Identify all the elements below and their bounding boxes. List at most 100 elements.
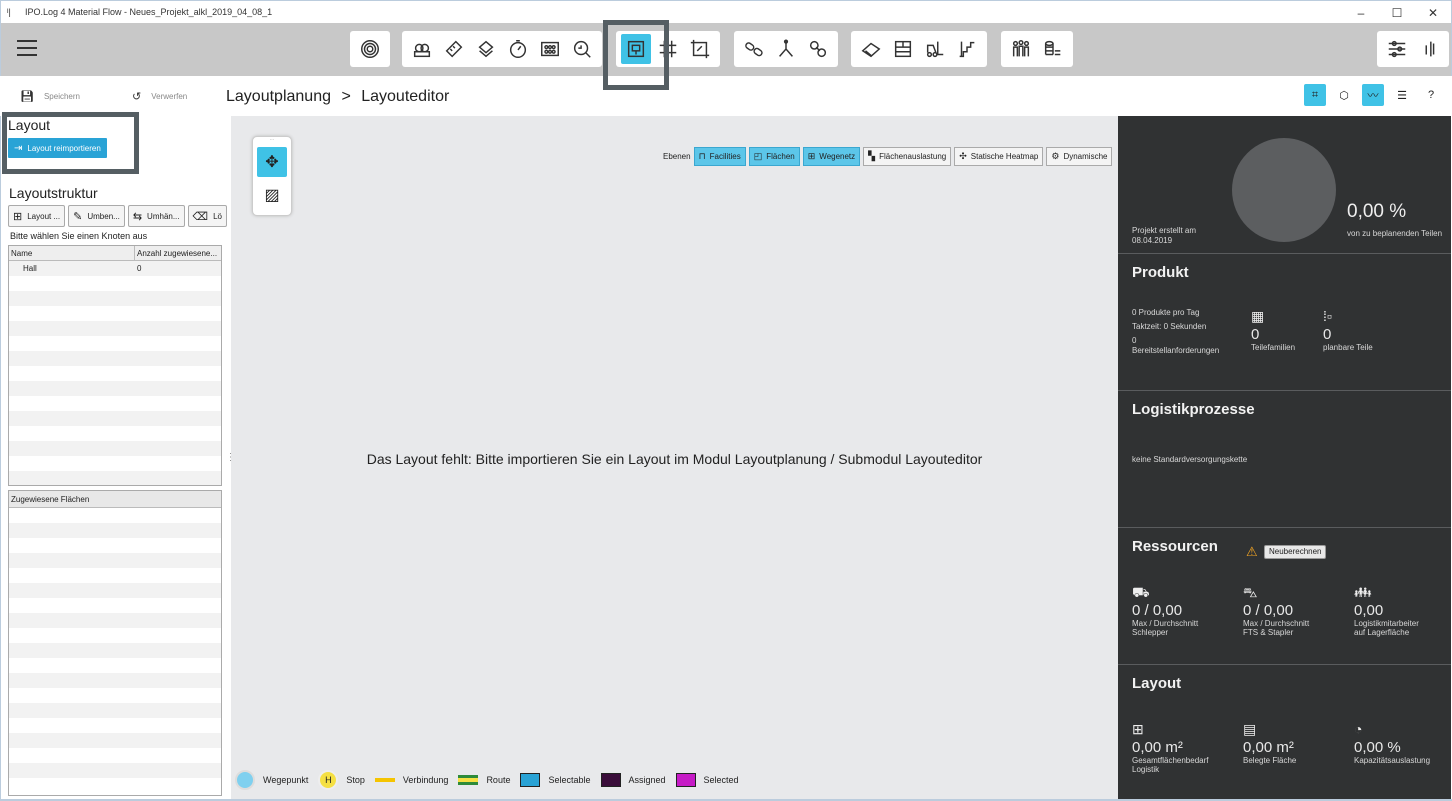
- layer-static-heatmap-toggle[interactable]: ✣ Statische Heatmap: [954, 147, 1044, 166]
- shelf-icon[interactable]: [888, 34, 918, 64]
- select-node-hint: Bitte wählen Sie einen Knoten aus: [10, 231, 148, 241]
- fts-label-1: Max / Durchschnitt: [1243, 619, 1310, 628]
- layer-paths-toggle[interactable]: ⊞ Wegenetz: [802, 147, 861, 166]
- missing-layout-message: Das Layout fehlt: Bitte importieren Sie …: [366, 451, 983, 467]
- breadcrumb-module[interactable]: Layoutplanung: [226, 88, 331, 105]
- tugger-label-2: Schlepper: [1132, 628, 1169, 637]
- workers-label-2: auf Lagerfläche: [1354, 628, 1410, 637]
- logistics-text: keine Standardversorgungskette: [1132, 455, 1248, 464]
- panel-splitter[interactable]: ⋮: [226, 452, 236, 463]
- project-summary: Projekt erstellt am 08.04.2019 0,00 % vo…: [1118, 116, 1451, 254]
- radar-icon[interactable]: [355, 34, 385, 64]
- links-icon[interactable]: [803, 34, 833, 64]
- legend-waypoint: Wegepunkt: [235, 770, 308, 790]
- part-families-icon: ▦: [1251, 308, 1265, 324]
- move-button[interactable]: ⇆ Umhän...: [127, 205, 185, 227]
- part-families-label: Teilefamilien: [1251, 343, 1296, 352]
- add-node-icon: ⊞: [13, 210, 23, 223]
- maximize-button[interactable]: ☐: [1379, 1, 1415, 24]
- rename-button[interactable]: ✎ Umben...: [68, 205, 125, 227]
- drag-handle[interactable]: ∙∙∙: [253, 137, 291, 147]
- delete-label: Lö: [213, 211, 222, 221]
- logistics-title: Logistikprozesse: [1132, 401, 1255, 418]
- tugger-stat: ⛟ 0 / 0,00 Max / Durchschnitt Schlepper: [1132, 584, 1198, 637]
- forklift-icon[interactable]: [920, 34, 950, 64]
- assigned-areas-table[interactable]: Zugewiesene Flächen: [8, 490, 222, 796]
- products-icon[interactable]: [407, 34, 437, 64]
- tree-row[interactable]: Hall 0: [9, 261, 221, 276]
- coins-icon[interactable]: [1038, 34, 1068, 64]
- settings-sliders-icon[interactable]: [1382, 34, 1412, 64]
- navigation-widget: ∙∙∙ ✥ ▨: [252, 136, 292, 216]
- resources-section: Ressourcen ⚠ Neuberechnen ⛟ 0 / 0,00 Max…: [1118, 528, 1451, 665]
- takt-time: Taktzeit: 0 Sekunden: [1132, 322, 1207, 331]
- title-bar: ᴵ| IPO.Log 4 Material Flow - Neues_Proje…: [0, 0, 1452, 23]
- grid-icon[interactable]: [653, 34, 683, 64]
- branch-icon[interactable]: [771, 34, 801, 64]
- layer-utilization-toggle[interactable]: ▚ Flächenauslastung: [863, 147, 952, 166]
- view-chart-icon[interactable]: 〰: [1362, 84, 1384, 106]
- layers-bar: Ebenen ⊓ Facilities ◰ Flächen ⊞ Wegenetz ▚ F…: [663, 147, 1118, 166]
- discard-button[interactable]: ↺ Verwerfen: [132, 90, 187, 103]
- route-line-icon: [458, 775, 479, 785]
- layer-areas-toggle[interactable]: ◰ Flächen: [748, 147, 800, 166]
- toolbar-group-view: [1377, 31, 1449, 67]
- summary-panel: Projekt erstellt am 08.04.2019 0,00 % vo…: [1118, 116, 1451, 801]
- view-list-icon[interactable]: ☰: [1391, 84, 1413, 106]
- components-icon[interactable]: [535, 34, 565, 64]
- view-3d-icon[interactable]: ⬡: [1333, 84, 1355, 106]
- minimize-button[interactable]: –: [1343, 1, 1379, 24]
- area-icon[interactable]: [685, 34, 715, 64]
- legend-assigned: Assigned: [600, 773, 666, 787]
- layer-dynamic-toggle[interactable]: ⚙ Dynamische: [1046, 147, 1113, 166]
- assigned-areas-header: Zugewiesene Flächen: [9, 491, 221, 508]
- panel-toggle-icon[interactable]: [1414, 34, 1444, 64]
- close-button[interactable]: ✕: [1415, 1, 1451, 24]
- toolbar-group-data: [402, 31, 602, 67]
- parts-icon[interactable]: [471, 34, 501, 64]
- window-controls: – ☐ ✕: [1343, 1, 1451, 24]
- layout-canvas[interactable]: ∙∙∙ ✥ ▨ Ebenen ⊓ Facilities ◰ Flächen ⊞ Weg…: [231, 116, 1118, 801]
- heatmap-icon: ✣: [959, 151, 967, 161]
- rename-label: Umben...: [87, 211, 120, 221]
- created-label: Projekt erstellt am: [1132, 226, 1197, 235]
- help-icon[interactable]: ?: [1420, 84, 1442, 106]
- column-name[interactable]: Name: [9, 246, 135, 260]
- layer-paths-label: Wegenetz: [819, 152, 856, 161]
- stairs-icon[interactable]: [952, 34, 982, 64]
- reimport-layout-button[interactable]: ⇥ Layout reimportieren: [8, 138, 107, 158]
- menu-icon[interactable]: [17, 40, 37, 58]
- recalculate-button[interactable]: Neuberechnen: [1264, 545, 1327, 559]
- save-button[interactable]: 💾︎ Speichern: [20, 90, 80, 103]
- assigned-swatch: [600, 773, 621, 787]
- stop-icon-letter: H: [325, 775, 332, 785]
- ruler-icon[interactable]: [439, 34, 469, 64]
- legend-connection: Verbindung: [374, 775, 448, 785]
- toolbar-group-overview: [350, 31, 390, 67]
- layout-tree-table[interactable]: Name Anzahl zugewiesene... Hall 0: [8, 245, 222, 486]
- view-2d-icon[interactable]: ⌗: [1304, 84, 1326, 106]
- hatch-tool-icon[interactable]: ▨: [257, 180, 287, 210]
- chain-icon[interactable]: [739, 34, 769, 64]
- resources-title: Ressourcen: [1132, 538, 1218, 555]
- layer-facilities-toggle[interactable]: ⊓ Facilities: [693, 147, 746, 166]
- breadcrumb-separator: >: [341, 88, 351, 105]
- conveyor-icon[interactable]: [856, 34, 886, 64]
- plannable-parts-value: 0: [1323, 326, 1332, 343]
- connection-line-icon: [374, 778, 395, 782]
- capacity-value: 0,00 %: [1354, 739, 1401, 756]
- analysis-icon[interactable]: [567, 34, 597, 64]
- product-title: Produkt: [1132, 264, 1189, 281]
- layout-editor-icon[interactable]: [621, 34, 651, 64]
- warning-icon: ⚠: [1246, 544, 1258, 559]
- structure-heading: Layoutstruktur: [9, 185, 98, 201]
- layer-dynamic-label: Dynamische: [1063, 152, 1108, 161]
- delete-button[interactable]: ⌫ Lö: [187, 205, 227, 227]
- column-assigned-count[interactable]: Anzahl zugewiesene...: [135, 246, 221, 260]
- clock-icon[interactable]: [503, 34, 533, 64]
- add-layout-node-button[interactable]: ⊞ Layout ...: [8, 205, 66, 227]
- workers-icon[interactable]: [1006, 34, 1036, 64]
- pan-icon[interactable]: ✥: [257, 147, 287, 177]
- toolbar-group-layout: [616, 31, 720, 67]
- import-icon: ⇥: [14, 142, 23, 154]
